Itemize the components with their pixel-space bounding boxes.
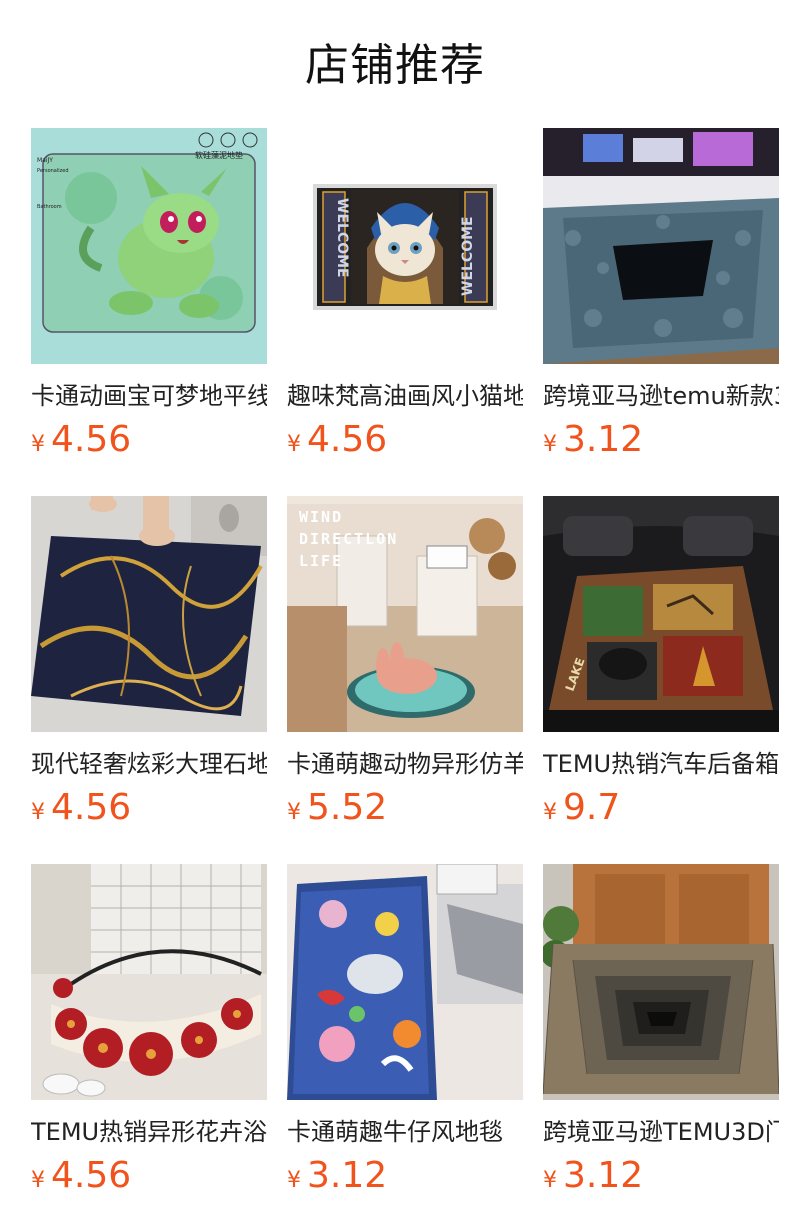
product-name[interactable]: 卡通萌趣动物异形仿羊绒地毯 — [287, 748, 523, 780]
product-card[interactable]: TEMU热销异形花卉浴室地垫 ¥4.56 — [31, 864, 267, 1232]
svg-text:WIND: WIND — [299, 508, 343, 526]
product-name[interactable]: 现代轻奢炫彩大理石地垫 — [31, 748, 267, 780]
svg-text:DIRECTLON: DIRECTLON — [299, 530, 398, 548]
product-image[interactable] — [287, 864, 523, 1100]
svg-text:Bathroom: Bathroom — [37, 204, 62, 210]
product-price: ¥3.12 — [287, 1154, 523, 1198]
car-trunk-mat-illustration: LAKE — [543, 496, 779, 732]
section-title: 店铺推荐 — [305, 40, 485, 91]
price-amount: 4.56 — [51, 419, 132, 460]
price-amount: 3.12 — [563, 419, 644, 460]
product-price: ¥9.7 — [543, 786, 779, 830]
price-amount: 3.12 — [307, 1155, 388, 1196]
welcome-cat-mat-illustration: WELCOME WELCOME — [287, 128, 523, 364]
product-price: ¥5.52 — [287, 786, 523, 830]
price-amount: 5.52 — [307, 787, 388, 828]
bunny-rug-illustration: WIND DIRECTLON LIFE — [287, 496, 523, 732]
product-price: ¥3.12 — [543, 418, 779, 462]
currency-symbol: ¥ — [31, 800, 45, 825]
product-card[interactable]: 卡通萌趣牛仔风地毯 ¥3.12 — [287, 864, 523, 1232]
price-amount: 9.7 — [563, 787, 621, 828]
product-grid: MaiJY Personalized Bathroom 软硅藻泥地垫 卡通动画宝… — [31, 128, 779, 1232]
product-card[interactable]: 现代轻奢炫彩大理石地垫 ¥4.56 — [31, 496, 267, 864]
product-price: ¥4.56 — [31, 786, 267, 830]
currency-symbol: ¥ — [543, 1168, 557, 1193]
product-image[interactable] — [31, 864, 267, 1100]
currency-symbol: ¥ — [543, 432, 557, 457]
product-name[interactable]: 卡通动画宝可梦地平线草苗猫地垫 — [31, 380, 267, 412]
product-card[interactable]: LAKE TEMU热销汽车后备箱垫 ¥9.7 — [543, 496, 779, 864]
grass-cat-mat-illustration: MaiJY Personalized Bathroom 软硅藻泥地垫 — [31, 128, 267, 364]
marble-mat-illustration — [31, 496, 267, 732]
denim-rug-illustration — [287, 864, 523, 1100]
flower-mat-illustration — [31, 864, 267, 1100]
product-image[interactable]: WIND DIRECTLON LIFE — [287, 496, 523, 732]
price-amount: 4.56 — [51, 1155, 132, 1196]
product-name[interactable]: TEMU热销异形花卉浴室地垫 — [31, 1116, 267, 1148]
product-name[interactable]: 卡通萌趣牛仔风地毯 — [287, 1116, 523, 1148]
product-price: ¥4.56 — [31, 418, 267, 462]
currency-symbol: ¥ — [31, 1168, 45, 1193]
svg-text:软硅藻泥地垫: 软硅藻泥地垫 — [195, 150, 243, 160]
product-image[interactable] — [31, 496, 267, 732]
product-image[interactable] — [543, 864, 779, 1100]
3d-hole-rug-illustration — [543, 128, 779, 364]
svg-text:MaiJY: MaiJY — [37, 157, 53, 164]
product-card[interactable]: 跨境亚马逊TEMU3D门垫 ¥3.12 — [543, 864, 779, 1232]
price-amount: 3.12 — [563, 1155, 644, 1196]
svg-text:LIFE: LIFE — [299, 552, 343, 570]
product-name[interactable]: 跨境亚马逊TEMU3D门垫 — [543, 1116, 779, 1148]
price-amount: 4.56 — [51, 787, 132, 828]
product-card[interactable]: MaiJY Personalized Bathroom 软硅藻泥地垫 卡通动画宝… — [31, 128, 267, 496]
product-card[interactable]: WELCOME WELCOME 趣味梵高油画风小猫地垫 ¥4.56 — [287, 128, 523, 496]
product-name[interactable]: TEMU热销汽车后备箱垫 — [543, 748, 779, 780]
currency-symbol: ¥ — [543, 800, 557, 825]
currency-symbol: ¥ — [287, 432, 301, 457]
product-card[interactable]: WIND DIRECTLON LIFE 卡通萌趣动物异形仿羊绒地毯 ¥5.52 — [287, 496, 523, 864]
product-price: ¥4.56 — [31, 1154, 267, 1198]
product-image[interactable] — [543, 128, 779, 364]
currency-symbol: ¥ — [31, 432, 45, 457]
product-image[interactable]: LAKE — [543, 496, 779, 732]
svg-text:WELCOME: WELCOME — [460, 216, 476, 296]
product-image[interactable]: WELCOME WELCOME — [287, 128, 523, 364]
price-amount: 4.56 — [307, 419, 388, 460]
svg-text:WELCOME: WELCOME — [334, 198, 350, 278]
product-card[interactable]: 跨境亚马逊temu新款3D地毯 ¥3.12 — [543, 128, 779, 496]
product-name[interactable]: 趣味梵高油画风小猫地垫 — [287, 380, 523, 412]
currency-symbol: ¥ — [287, 800, 301, 825]
product-price: ¥4.56 — [287, 418, 523, 462]
stair-pit-mat-illustration — [543, 864, 779, 1100]
product-price: ¥3.12 — [543, 1154, 779, 1198]
product-name[interactable]: 跨境亚马逊temu新款3D地毯 — [543, 380, 779, 412]
product-image[interactable]: MaiJY Personalized Bathroom 软硅藻泥地垫 — [31, 128, 267, 364]
currency-symbol: ¥ — [287, 1168, 301, 1193]
svg-text:Personalized: Personalized — [37, 168, 69, 174]
